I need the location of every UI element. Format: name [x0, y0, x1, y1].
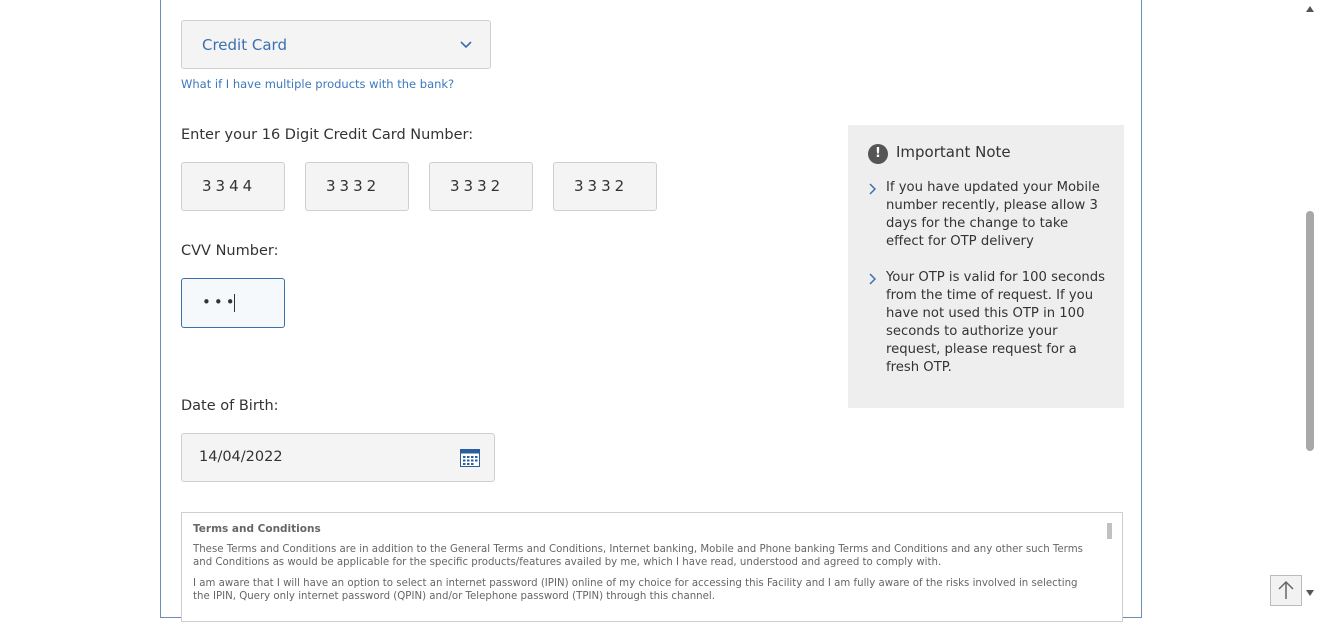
calendar-icon[interactable] — [460, 449, 480, 467]
terms-scrollbar-thumb[interactable] — [1107, 523, 1112, 539]
important-note-title: Important Note — [896, 143, 1011, 161]
card-number-segment-1[interactable]: 3344 — [181, 162, 285, 211]
cvv-masked-value: ••• — [202, 293, 238, 311]
note-item-2: Your OTP is valid for 100 seconds from t… — [886, 270, 1106, 375]
cvv-input[interactable]: ••• — [181, 278, 285, 328]
text-caret — [234, 294, 235, 312]
terms-title: Terms and Conditions — [193, 523, 321, 535]
terms-and-conditions-box[interactable]: Terms and Conditions These Terms and Con… — [181, 512, 1123, 622]
important-note-panel: ! Important Note If you have updated you… — [848, 125, 1124, 408]
multiple-products-link[interactable]: What if I have multiple products with th… — [181, 77, 454, 91]
card-number-segment-4[interactable]: 3332 — [553, 162, 657, 211]
page-scrollbar[interactable] — [1303, 0, 1318, 607]
chevron-right-icon — [869, 273, 876, 285]
cvv-label: CVV Number: — [181, 243, 279, 259]
arrow-up-icon — [1278, 580, 1294, 599]
chevron-down-icon — [460, 41, 472, 49]
card-number-segment-3[interactable]: 3332 — [429, 162, 533, 211]
terms-paragraph-1: These Terms and Conditions are in additi… — [193, 544, 1083, 568]
scroll-up-arrow-icon[interactable] — [1306, 6, 1314, 12]
page-scrollbar-thumb[interactable] — [1306, 211, 1314, 451]
note-item-1: If you have updated your Mobile number r… — [886, 180, 1100, 249]
card-number-segment-2[interactable]: 3332 — [305, 162, 409, 211]
form-panel: Credit Card What if I have multiple prod… — [160, 0, 1142, 622]
scroll-to-top-button[interactable] — [1270, 575, 1302, 606]
terms-paragraph-2: I am aware that I will have an option to… — [193, 578, 1078, 602]
dob-input[interactable]: 14/04/2022 — [181, 433, 495, 482]
scroll-down-arrow-icon[interactable] — [1306, 590, 1314, 596]
product-dropdown-value: Credit Card — [202, 36, 287, 54]
product-dropdown[interactable]: Credit Card — [181, 20, 491, 69]
exclamation-icon: ! — [868, 144, 888, 164]
chevron-right-icon — [869, 183, 876, 195]
dob-value: 14/04/2022 — [199, 449, 283, 465]
dob-label: Date of Birth: — [181, 398, 279, 414]
card-number-label: Enter your 16 Digit Credit Card Number: — [181, 127, 474, 143]
